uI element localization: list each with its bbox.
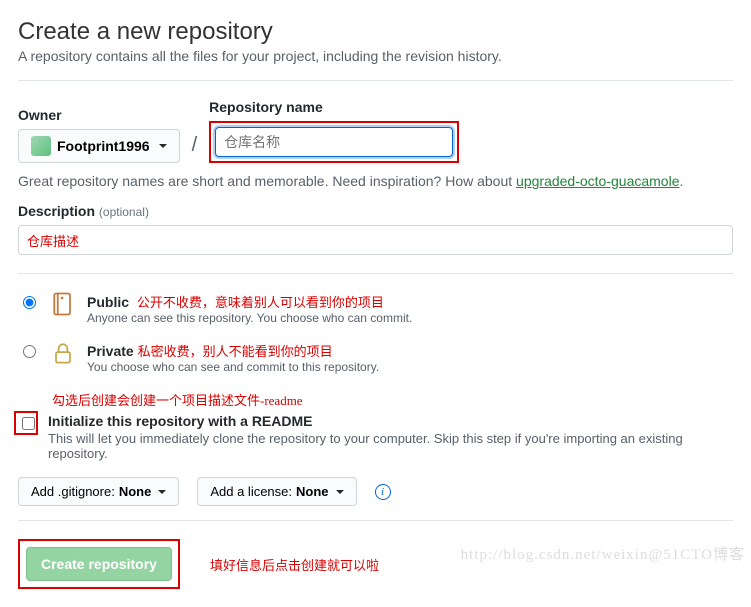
repo-name-input[interactable] (215, 127, 453, 157)
description-input[interactable] (18, 225, 733, 255)
divider (18, 273, 733, 274)
owner-name: Footprint1996 (57, 138, 150, 154)
chevron-down-icon (158, 490, 166, 494)
lock-icon (49, 339, 77, 367)
create-repository-button[interactable]: Create repository (26, 547, 172, 581)
add-license-button[interactable]: Add a license: None (197, 477, 356, 506)
info-icon[interactable]: i (375, 484, 391, 500)
chevron-down-icon (336, 490, 344, 494)
public-subtitle: Anyone can see this repository. You choo… (87, 311, 412, 325)
page-subtitle: A repository contains all the files for … (18, 48, 733, 64)
visibility-public-radio[interactable] (23, 296, 36, 309)
public-title: Public (87, 294, 129, 310)
description-label: Description (optional) (18, 203, 149, 219)
name-suggestion-link[interactable]: upgraded-octo-guacamole (516, 173, 679, 189)
name-hint: Great repository names are short and mem… (18, 173, 733, 189)
private-subtitle: You choose who can see and commit to thi… (87, 360, 379, 374)
owner-select-button[interactable]: Footprint1996 (18, 129, 180, 163)
repo-icon (49, 290, 77, 318)
divider (18, 80, 733, 81)
readme-subtitle: This will let you immediately clone the … (48, 431, 733, 461)
page-title: Create a new repository (18, 18, 733, 46)
visibility-private-radio[interactable] (23, 345, 36, 358)
private-title: Private (87, 343, 134, 359)
private-annotation: 私密收费，别人不能看到你的项目 (138, 344, 333, 359)
owner-label: Owner (18, 107, 180, 123)
readme-annotation: 勾选后创建会创建一个项目描述文件-readme (52, 390, 733, 409)
public-annotation: 公开不收费，意味着别人可以看到你的项目 (137, 295, 384, 310)
add-gitignore-button[interactable]: Add .gitignore: None (18, 477, 179, 506)
readme-title: Initialize this repository with a README (48, 413, 733, 429)
divider (18, 520, 733, 521)
repo-name-label: Repository name (209, 99, 459, 115)
slash-separator: / (192, 134, 198, 157)
avatar (31, 136, 51, 156)
chevron-down-icon (159, 144, 167, 148)
create-annotation: 填好信息后点击创建就可以啦 (210, 555, 379, 574)
